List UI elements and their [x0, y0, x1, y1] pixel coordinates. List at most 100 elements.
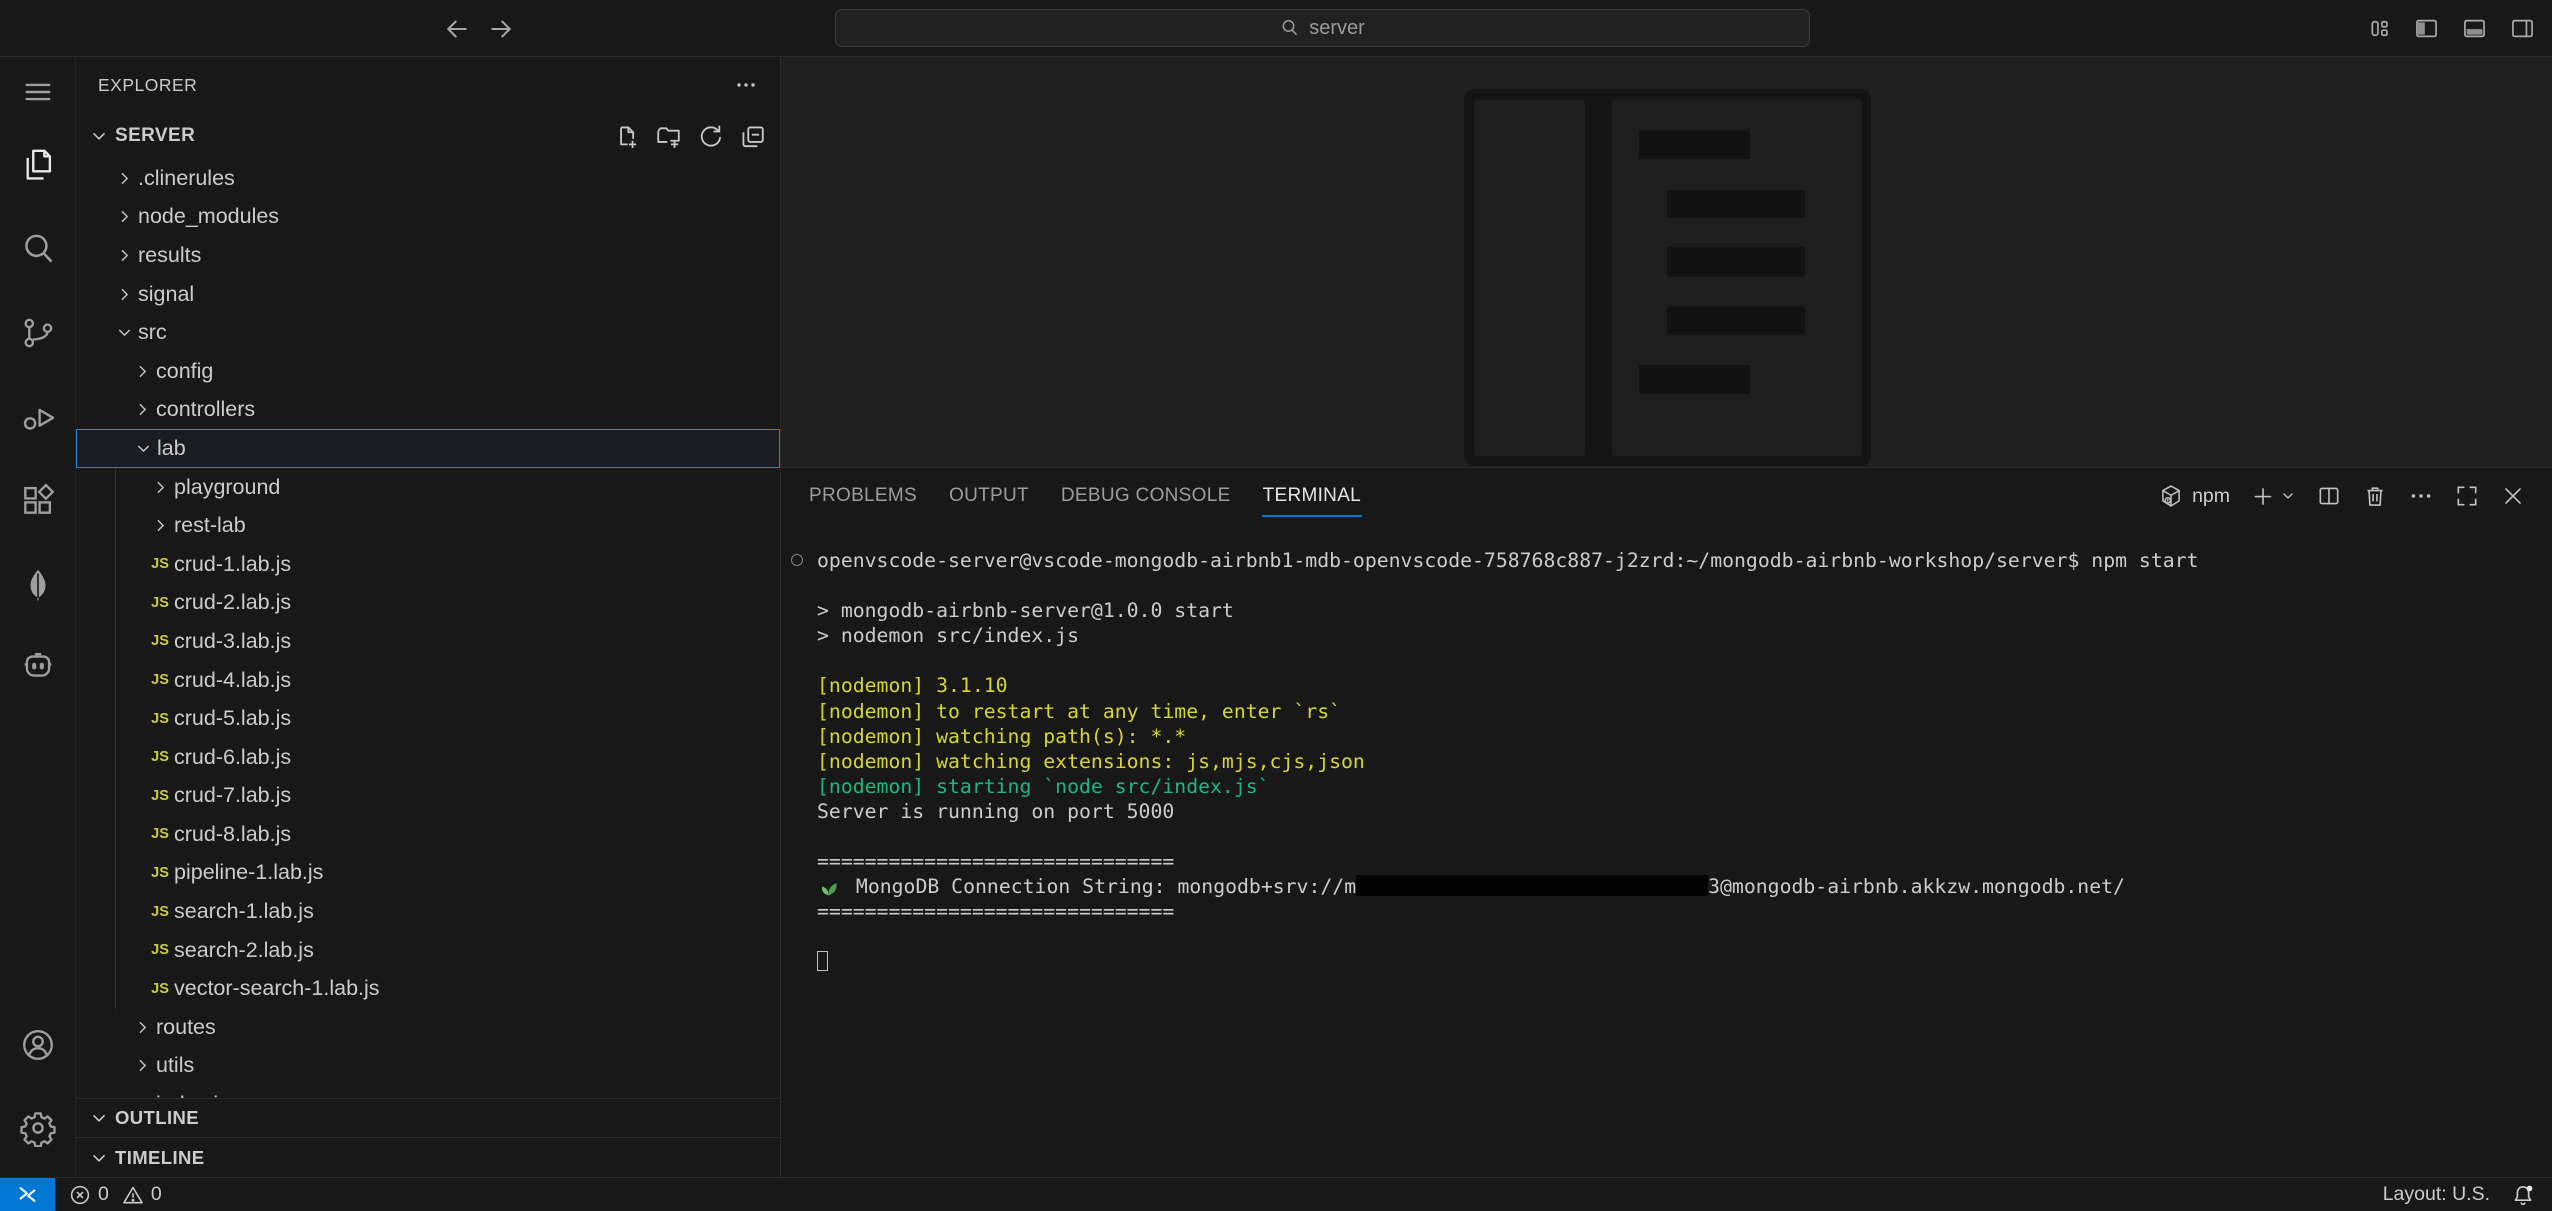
tree-item-vector-search-1.lab.js[interactable]: JSvector-search-1.lab.js	[76, 969, 780, 1008]
terminal-profile-dropdown-icon[interactable]	[2279, 483, 2296, 509]
section-title: OUTLINE	[115, 1107, 199, 1129]
tree-item-utils[interactable]: utils	[76, 1047, 780, 1086]
chevron-right-icon	[133, 1057, 151, 1075]
tree-item-search-2.lab.js[interactable]: JSsearch-2.lab.js	[76, 931, 780, 970]
js-file-icon: JS	[151, 904, 169, 920]
section-header-timeline[interactable]: TIMELINE	[76, 1137, 780, 1177]
tree-item-routes[interactable]: routes	[76, 1008, 780, 1047]
source-control-icon[interactable]	[0, 305, 76, 361]
new-folder-icon[interactable]	[653, 121, 684, 152]
tree-item-lab[interactable]: lab	[76, 429, 780, 468]
tree-item-crud-5.lab.js[interactable]: JS crud-5.lab.js	[76, 699, 780, 738]
split-terminal-icon[interactable]	[2316, 483, 2342, 509]
explorer-icon[interactable]	[0, 137, 76, 193]
remote-indicator[interactable]	[0, 1178, 55, 1211]
command-decoration-circle[interactable]	[791, 554, 803, 566]
chevron-down-icon	[115, 324, 133, 342]
chevron-right-icon	[133, 401, 151, 419]
more-actions-icon[interactable]	[2408, 483, 2434, 509]
tree-item-crud-6.lab.js[interactable]: JScrud-6.lab.js	[76, 738, 780, 777]
robot-assistant-icon[interactable]	[0, 638, 76, 694]
js-file-icon: JS	[151, 556, 169, 572]
tree-item-crud-2.lab.js[interactable]: JScrud-2.lab.js	[76, 584, 780, 623]
terminal-line: > nodemon src/index.js	[817, 623, 2542, 648]
terminal-line	[817, 924, 2542, 949]
js-file-icon: JS	[151, 672, 169, 688]
maximize-panel-icon[interactable]	[2454, 483, 2480, 509]
account-icon[interactable]	[0, 1017, 76, 1073]
toggle-panel-icon[interactable]	[2460, 15, 2488, 43]
sidebar-title: EXPLORER	[98, 75, 197, 96]
tree-item-label: crud-5.lab.js	[174, 706, 291, 731]
tree-item-crud-3.lab.js[interactable]: JScrud-3.lab.js	[76, 622, 780, 661]
tab-output[interactable]: OUTPUT	[933, 468, 1045, 524]
tree-item-crud-7.lab.js[interactable]: JScrud-7.lab.js	[76, 777, 780, 816]
back-arrow-icon[interactable]	[440, 12, 474, 46]
close-panel-icon[interactable]	[2500, 483, 2526, 509]
tree-item-pipeline-1.lab.js[interactable]: JSpipeline-1.lab.js	[76, 854, 780, 893]
toggle-sidebar-icon[interactable]	[2412, 15, 2440, 43]
empty-editor-watermark	[1464, 89, 1871, 466]
chevron-right-icon	[133, 362, 151, 380]
notifications-bell-icon[interactable]	[2510, 1182, 2536, 1208]
tab-debug-console[interactable]: DEBUG CONSOLE	[1045, 468, 1247, 524]
js-file-icon: JS	[151, 826, 169, 842]
kill-terminal-icon[interactable]	[2362, 483, 2388, 509]
extensions-icon[interactable]	[0, 472, 76, 528]
customize-layout-icon[interactable]	[2364, 15, 2392, 43]
collapse-folders-icon[interactable]	[737, 121, 768, 152]
terminal-line: openvscode-server@vscode-mongodb-airbnb1…	[817, 548, 2542, 573]
tree-item-label: vector-search-1.lab.js	[174, 976, 380, 1001]
mongodb-leaf-icon[interactable]	[0, 556, 76, 612]
run-debug-icon[interactable]	[0, 389, 76, 445]
explorer-sidebar: EXPLORER SERVER	[76, 57, 781, 1177]
tree-item-label: controllers	[156, 397, 255, 422]
section-title: SERVER	[115, 125, 195, 147]
tab-terminal[interactable]: TERMINAL	[1247, 468, 1377, 524]
tree-item-results[interactable]: results	[76, 236, 780, 275]
tree-item-.clinerules[interactable]: .clinerules	[76, 159, 780, 198]
terminal-output[interactable]: openvscode-server@vscode-mongodb-airbnb1…	[817, 548, 2542, 1169]
tree-item-index.js[interactable]: JSindex.js	[76, 1085, 780, 1098]
search-icon[interactable]	[0, 221, 76, 277]
tree-item-controllers[interactable]: controllers	[76, 391, 780, 430]
activity-bar	[0, 57, 76, 1177]
new-terminal-icon[interactable]	[2250, 483, 2276, 509]
settings-gear-icon[interactable]	[0, 1100, 76, 1156]
js-file-icon: JS	[151, 595, 169, 611]
problems-status[interactable]: 0 0	[69, 1183, 162, 1206]
tab-problems[interactable]: PROBLEMS	[793, 468, 933, 524]
section-header-server[interactable]: SERVER	[76, 113, 780, 159]
command-center-search[interactable]: server	[835, 9, 1810, 47]
tree-item-label: src	[138, 320, 167, 345]
section-header-outline[interactable]: OUTLINE	[76, 1098, 780, 1137]
tree-item-src[interactable]: src	[76, 313, 780, 352]
tree-item-search-1.lab.js[interactable]: JSsearch-1.lab.js	[76, 892, 780, 931]
terminal-instance-npm[interactable]: npm	[2158, 483, 2230, 509]
terminal-line: [nodemon] to restart at any time, enter …	[817, 699, 2542, 724]
tree-item-crud-4.lab.js[interactable]: JScrud-4.lab.js	[76, 661, 780, 700]
tree-item-config[interactable]: config	[76, 352, 780, 391]
tree-item-playground[interactable]: playground	[76, 468, 780, 507]
js-file-icon: JS	[151, 942, 169, 958]
views-more-actions-icon[interactable]	[732, 71, 760, 99]
tree-item-crud-8.lab.js[interactable]: JScrud-8.lab.js	[76, 815, 780, 854]
menu-icon[interactable]	[0, 64, 76, 120]
chevron-right-icon	[115, 208, 133, 226]
toggle-secondary-sidebar-icon[interactable]	[2508, 15, 2536, 43]
tree-item-label: crud-7.lab.js	[174, 783, 291, 808]
tree-item-rest-lab[interactable]: rest-lab	[76, 506, 780, 545]
tree-item-node_modules[interactable]: node_modules	[76, 198, 780, 237]
refresh-explorer-icon[interactable]	[695, 121, 726, 152]
layout-indicator[interactable]: Layout: U.S.	[2383, 1183, 2490, 1206]
tree-item-signal[interactable]: signal	[76, 275, 780, 314]
chevron-down-icon	[90, 127, 108, 145]
js-file-icon: JS	[151, 711, 169, 727]
tree-item-crud-1.lab.js[interactable]: JScrud-1.lab.js	[76, 545, 780, 584]
bottom-panel: PROBLEMSOUTPUTDEBUG CONSOLETERMINAL npm	[781, 467, 2552, 1177]
js-file-icon: JS	[151, 749, 169, 765]
status-bar: 0 0 Layout: U.S.	[0, 1177, 2552, 1211]
new-file-icon[interactable]	[611, 121, 642, 152]
chevron-right-icon	[115, 246, 133, 264]
forward-arrow-icon[interactable]	[484, 12, 518, 46]
